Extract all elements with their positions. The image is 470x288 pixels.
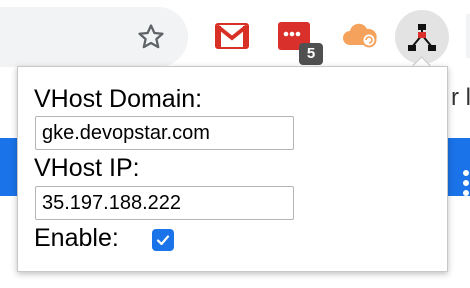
star-icon[interactable] — [136, 22, 166, 52]
gmail-icon[interactable] — [212, 16, 252, 56]
more-options-icon[interactable] — [463, 170, 470, 200]
ip-label: VHost IP: — [34, 154, 140, 182]
domain-input[interactable] — [35, 116, 294, 150]
checkmark-icon — [156, 235, 170, 246]
vhost-popup: VHost Domain: VHost IP: Enable: — [17, 66, 448, 272]
browser-toolbar: 5 — [0, 0, 470, 74]
enable-label: Enable: — [34, 224, 119, 252]
cloud-sync-icon[interactable] — [340, 16, 380, 56]
page-partial-text: r l — [451, 84, 470, 111]
notification-badge: 5 — [299, 43, 323, 65]
domain-label: VHost Domain: — [34, 85, 203, 113]
enable-checkbox[interactable] — [152, 229, 174, 251]
ip-input[interactable] — [35, 186, 294, 220]
toolbar-overflow-edge — [466, 14, 470, 58]
